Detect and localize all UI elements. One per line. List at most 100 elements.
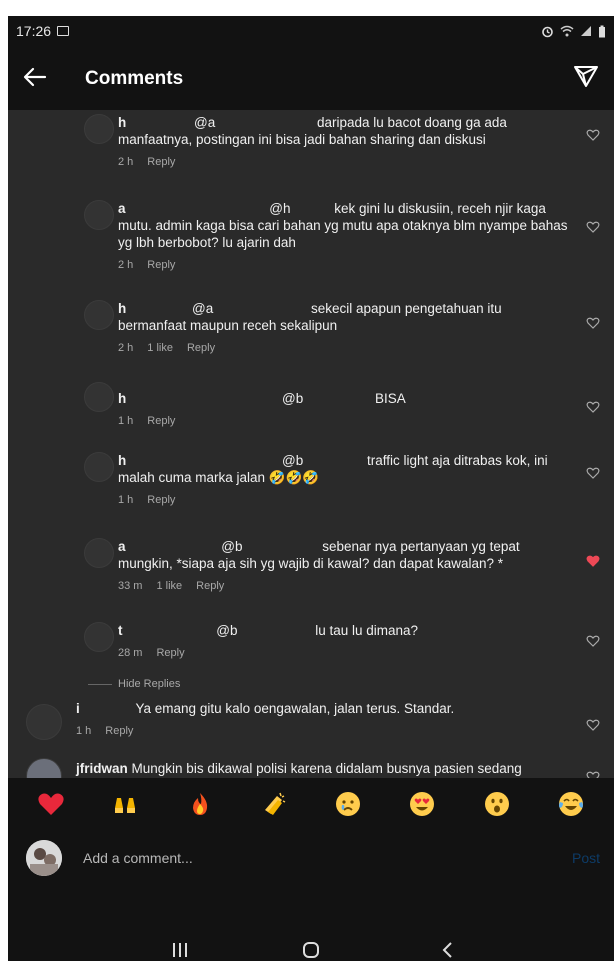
comment-time: 1 h bbox=[76, 725, 92, 737]
like-count[interactable]: 1 like bbox=[147, 340, 173, 357]
like-count[interactable]: 1 like bbox=[156, 578, 182, 595]
reply-comment: h @b traffic light aja ditrabas kok, ini… bbox=[8, 448, 614, 518]
avatar[interactable] bbox=[84, 452, 114, 482]
comment-username[interactable]: h bbox=[118, 453, 126, 468]
comments-list: h @a daripada lu bacot doang ga ada manf… bbox=[8, 110, 614, 778]
comment-username[interactable]: h bbox=[118, 115, 126, 130]
top-comment: jfridwan Mungkin bis dikawal polisi kare… bbox=[8, 756, 614, 778]
reply-button[interactable]: Reply bbox=[156, 645, 184, 662]
comment-text: lu tau lu dimana? bbox=[315, 623, 419, 638]
gallery-notification-icon bbox=[57, 26, 70, 36]
comment-time: 2 h bbox=[118, 342, 134, 354]
surprised-face-icon[interactable] bbox=[483, 790, 511, 818]
profile-photo-icon bbox=[26, 840, 62, 876]
phone-screen: 17:26 Comments h @a daripada lu bacot do… bbox=[8, 16, 614, 961]
heart-icon[interactable] bbox=[586, 128, 600, 142]
recent-apps-icon[interactable] bbox=[171, 942, 189, 958]
comment-mention[interactable]: @b bbox=[221, 539, 242, 554]
heart-icon[interactable] bbox=[586, 770, 600, 778]
comment-text: Mungkin bis dikawal polisi karena didala… bbox=[131, 761, 522, 776]
avatar[interactable] bbox=[26, 758, 62, 778]
status-time: 17:26 bbox=[16, 23, 52, 39]
fire-icon[interactable] bbox=[186, 790, 214, 818]
back-arrow-icon[interactable] bbox=[22, 64, 48, 90]
hide-replies-button[interactable]: Hide Replies bbox=[118, 678, 180, 690]
reply-button[interactable]: Reply bbox=[147, 413, 175, 430]
heart-icon[interactable] bbox=[586, 316, 600, 330]
comment-composer: Add a comment... Post bbox=[8, 830, 614, 886]
heart-eyes-icon[interactable] bbox=[408, 790, 436, 818]
comment-username[interactable]: a bbox=[118, 539, 126, 554]
avatar[interactable] bbox=[84, 538, 114, 568]
avatar[interactable] bbox=[84, 200, 114, 230]
comment-username[interactable]: a bbox=[118, 201, 126, 216]
comment-mention[interactable]: @a bbox=[194, 115, 215, 130]
comment-text: daripada lu bacot doang ga ada manfaatny… bbox=[118, 115, 507, 147]
alarm-icon bbox=[542, 26, 553, 37]
crying-face-icon[interactable] bbox=[334, 790, 362, 818]
reply-button[interactable]: Reply bbox=[105, 723, 133, 740]
keyboard-gap bbox=[8, 886, 614, 936]
comment-time: 28 m bbox=[118, 647, 143, 659]
red-heart-icon[interactable] bbox=[37, 790, 65, 818]
heart-filled-icon[interactable] bbox=[586, 554, 600, 568]
raising-hands-icon[interactable] bbox=[111, 790, 139, 818]
avatar[interactable] bbox=[84, 382, 114, 412]
share-direct-icon[interactable] bbox=[572, 62, 600, 90]
comment-time: 1 h bbox=[118, 415, 134, 427]
reply-comment: h @b BISA 1 h Reply bbox=[8, 378, 614, 438]
comment-text: kek gini lu diskusiin, receh njir kaga m… bbox=[118, 201, 568, 250]
avatar[interactable] bbox=[84, 300, 114, 330]
home-icon[interactable] bbox=[302, 941, 320, 959]
reply-button[interactable]: Reply bbox=[147, 492, 175, 509]
comment-username[interactable]: jfridwan bbox=[76, 761, 128, 776]
comment-mention[interactable]: @b bbox=[216, 623, 237, 638]
avatar[interactable] bbox=[26, 704, 62, 740]
comments-header: Comments bbox=[8, 46, 614, 110]
comment-username[interactable]: i bbox=[76, 701, 80, 716]
page-title: Comments bbox=[85, 68, 184, 89]
reply-button[interactable]: Reply bbox=[187, 340, 215, 357]
comment-username[interactable]: t bbox=[118, 623, 123, 638]
comment-username[interactable]: h bbox=[118, 301, 126, 316]
heart-icon[interactable] bbox=[586, 718, 600, 732]
clapping-hands-icon[interactable] bbox=[260, 790, 288, 818]
heart-icon[interactable] bbox=[586, 400, 600, 414]
comment-mention[interactable]: @a bbox=[192, 301, 213, 316]
heart-icon[interactable] bbox=[586, 466, 600, 480]
comment-mention[interactable]: @b bbox=[282, 391, 303, 406]
post-button[interactable]: Post bbox=[572, 850, 600, 866]
wifi-icon bbox=[560, 25, 574, 37]
tears-of-joy-icon[interactable] bbox=[557, 790, 585, 818]
comment-text: sebenar nya pertanyaan yg tepat mungkin,… bbox=[118, 539, 520, 571]
reply-button[interactable]: Reply bbox=[196, 578, 224, 595]
reply-comment: h @a daripada lu bacot doang ga ada manf… bbox=[8, 110, 614, 190]
my-avatar bbox=[26, 840, 62, 876]
quick-reactions-bar bbox=[8, 778, 614, 830]
comment-mention[interactable]: @h bbox=[269, 201, 290, 216]
comment-time: 1 h bbox=[118, 494, 134, 506]
heart-icon[interactable] bbox=[586, 220, 600, 234]
back-nav-icon[interactable] bbox=[440, 941, 454, 959]
heart-icon[interactable] bbox=[586, 634, 600, 648]
comment-time: 2 h bbox=[118, 156, 134, 168]
comment-text: BISA bbox=[375, 391, 406, 406]
comment-text: sekecil apapun pengetahuan itu bermanfaa… bbox=[118, 301, 502, 333]
reply-comment: a @h kek gini lu diskusiin, receh njir k… bbox=[8, 196, 614, 286]
android-navigation-bar bbox=[8, 936, 614, 961]
avatar[interactable] bbox=[84, 114, 114, 144]
reply-comment: t @b lu tau lu dimana? 28 m Reply bbox=[8, 618, 614, 668]
reply-button[interactable]: Reply bbox=[147, 154, 175, 171]
signal-icon bbox=[581, 26, 591, 36]
comment-username[interactable]: h bbox=[118, 391, 126, 406]
comment-text: Ya emang gitu kalo oengawalan, jalan ter… bbox=[135, 701, 455, 716]
comment-mention[interactable]: @b bbox=[282, 453, 303, 468]
battery-icon bbox=[599, 25, 605, 37]
status-bar: 17:26 bbox=[8, 16, 614, 46]
reply-button[interactable]: Reply bbox=[147, 257, 175, 274]
avatar[interactable] bbox=[84, 622, 114, 652]
reply-comment: a @b sebenar nya pertanyaan yg tepat mun… bbox=[8, 534, 614, 604]
hide-replies-divider bbox=[88, 684, 112, 685]
add-comment-input[interactable]: Add a comment... bbox=[83, 850, 193, 866]
top-comment: i Ya emang gitu kalo oengawalan, jalan t… bbox=[8, 696, 614, 746]
